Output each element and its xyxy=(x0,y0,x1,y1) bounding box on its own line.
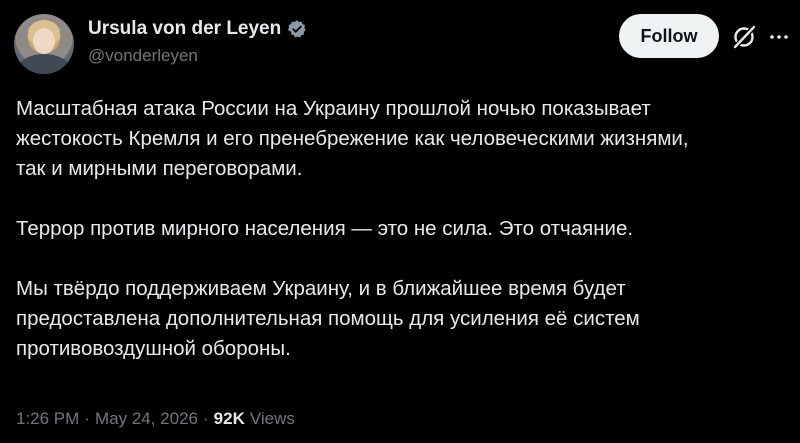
views-count[interactable]: 92K xyxy=(214,409,245,429)
post-meta: 1:26 PM · May 24, 2026 · 92K Views xyxy=(16,409,295,429)
post-body: Масштабная атака России на Украину прошл… xyxy=(16,94,791,394)
post-paragraph: Масштабная атака России на Украину прошл… xyxy=(16,97,689,180)
avatar-shoulders xyxy=(18,54,70,74)
avatar[interactable] xyxy=(14,14,74,74)
avatar-face xyxy=(33,28,55,54)
verified-badge-icon xyxy=(287,20,306,38)
author-name-row: Ursula von der Leyen xyxy=(88,18,307,40)
post-paragraph: Мы твёрдо поддерживаем Украину, и в ближ… xyxy=(16,277,640,360)
views-label: Views xyxy=(249,409,295,428)
more-icon[interactable] xyxy=(768,26,790,48)
tweet-card: Ursula von der Leyen @vonderleyen Follow… xyxy=(0,0,800,443)
meta-separator: · xyxy=(203,409,209,428)
author-handle[interactable]: @vonderleyen xyxy=(88,46,198,66)
author-display-name[interactable]: Ursula von der Leyen xyxy=(88,18,281,40)
follow-button[interactable]: Follow xyxy=(619,14,719,58)
post-time[interactable]: 1:26 PM xyxy=(16,409,79,429)
meta-separator: · xyxy=(84,409,90,428)
post-paragraph: Террор против мирного населения — это не… xyxy=(16,217,634,240)
post-date[interactable]: May 24, 2026 xyxy=(95,409,198,429)
grok-icon[interactable] xyxy=(731,24,757,50)
